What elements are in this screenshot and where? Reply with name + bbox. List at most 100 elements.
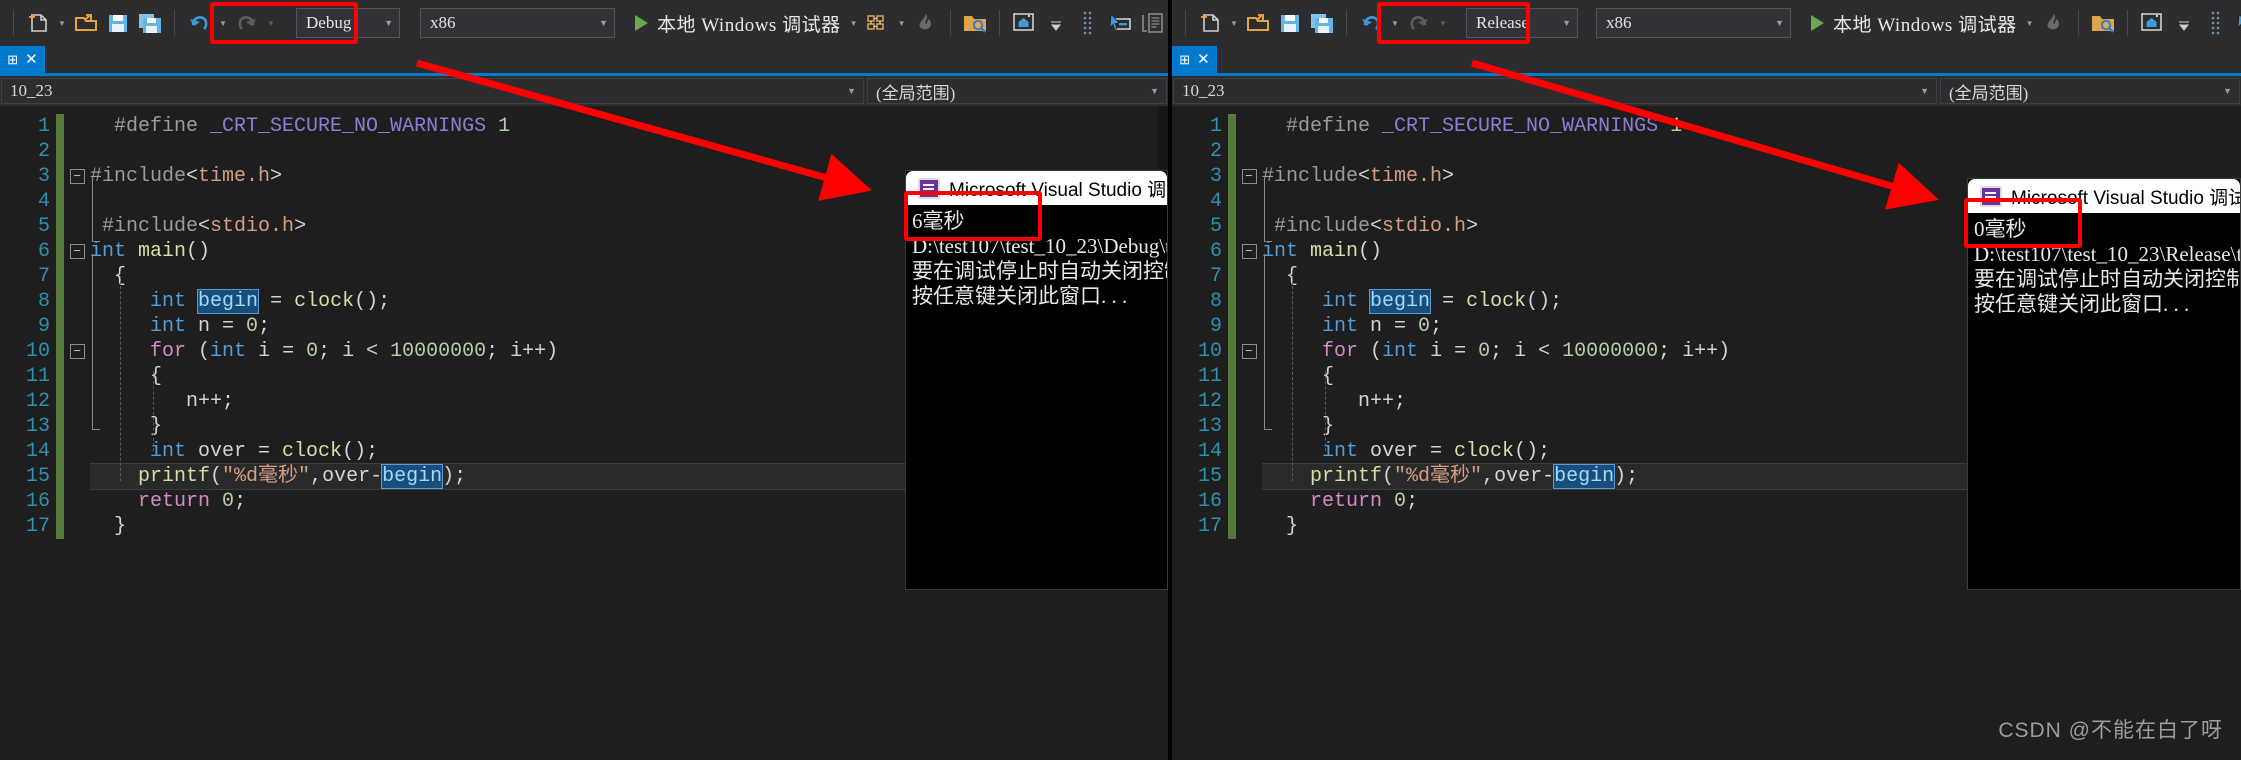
attach-process-icon[interactable] xyxy=(863,8,893,38)
save-all-icon[interactable] xyxy=(135,8,165,38)
console-window-right[interactable]: Microsoft Visual Studio 调试控制台 0毫秒 D:\tes… xyxy=(1967,178,2241,590)
indent-guide xyxy=(153,371,154,451)
toolbar-separator xyxy=(1346,10,1347,36)
save-all-icon[interactable] xyxy=(1307,8,1337,38)
chevron-down-icon[interactable]: ▼ xyxy=(847,9,861,37)
console-titlebar[interactable]: Microsoft Visual Studio 调试控制台 xyxy=(1968,179,2240,213)
chevron-down-icon[interactable]: ▼ xyxy=(264,9,278,37)
close-icon[interactable]: ✕ xyxy=(1197,52,1210,67)
add-existing-icon[interactable] xyxy=(71,8,101,38)
add-existing-icon[interactable] xyxy=(1243,8,1273,38)
line-number: 11 xyxy=(25,365,50,388)
chevron-down-icon[interactable]: ▼ xyxy=(2023,9,2037,37)
close-icon[interactable]: ✕ xyxy=(25,52,38,67)
redo-icon[interactable] xyxy=(1404,8,1434,38)
file-scope-combo-right[interactable]: 10_23 ▼ xyxy=(1173,78,1937,104)
select-tool-icon[interactable] xyxy=(2233,8,2241,38)
scopebar-right: 10_23 ▼ (全局范围) ▼ xyxy=(1172,76,2241,106)
change-indicator-bar-left xyxy=(56,114,64,539)
chevron-down-icon: ▼ xyxy=(1150,86,1159,96)
chevron-down-icon[interactable]: ▼ xyxy=(1388,9,1402,37)
console-output-value: 6毫秒 xyxy=(912,209,965,233)
chevron-down-icon[interactable]: ▼ xyxy=(1436,9,1450,37)
save-icon[interactable] xyxy=(103,8,133,38)
save-icon[interactable] xyxy=(1275,8,1305,38)
line-number: 4 xyxy=(1209,190,1222,213)
fold-gutter-left[interactable]: − − − xyxy=(64,106,90,539)
fold-toggle-icon[interactable]: − xyxy=(1241,168,1257,184)
configuration-combo-left[interactable]: Debug ▼ xyxy=(296,8,400,38)
console-output: 6毫秒 D:\test107\test_10_23\Debug\test_10_… xyxy=(906,205,1167,309)
play-icon xyxy=(1811,15,1824,31)
visual-studio-icon xyxy=(1980,185,2002,207)
fold-toggle-icon[interactable]: − xyxy=(69,168,85,184)
line-number: 10 xyxy=(25,340,50,363)
chevron-down-icon[interactable]: ▼ xyxy=(55,9,69,37)
hot-reload-icon[interactable] xyxy=(2039,8,2069,38)
chevron-down-icon[interactable] xyxy=(1041,8,1071,38)
indent-guide xyxy=(1325,371,1326,451)
vs-window-left: ▼ ▼ ▼ Debug ▼ x86 ▼ 本地 Windows 调试器 ▼ ▼ ⊞… xyxy=(0,0,1168,760)
line-number: 8 xyxy=(1209,290,1222,313)
file-scope-combo-left[interactable]: 10_23 ▼ xyxy=(1,78,864,104)
toolbar-separator xyxy=(13,10,14,36)
undo-icon[interactable] xyxy=(184,8,214,38)
drag-handle-icon[interactable] xyxy=(2201,8,2231,38)
chevron-down-icon[interactable]: ▼ xyxy=(1227,9,1241,37)
toolbar-separator xyxy=(174,10,175,36)
pin-icon[interactable]: ⊞ xyxy=(1179,53,1190,66)
chevron-down-icon[interactable]: ▼ xyxy=(216,9,230,37)
chevron-down-icon[interactable]: ▼ xyxy=(895,9,909,37)
chevron-down-icon[interactable] xyxy=(2169,8,2199,38)
editor-tab-right[interactable]: ⊞ ✕ xyxy=(1172,46,1217,73)
line-number: 6 xyxy=(1209,240,1222,263)
select-tool-icon[interactable] xyxy=(1105,8,1135,38)
tabstrip-left: ⊞ ✕ xyxy=(0,46,1168,73)
window-layout-icon[interactable] xyxy=(1009,8,1039,38)
comment-icon[interactable] xyxy=(1137,8,1167,38)
member-scope-combo-right[interactable]: (全局范围) ▼ xyxy=(1940,78,2240,104)
screenshot-root: ▼ ▼ ▼ Debug ▼ x86 ▼ 本地 Windows 调试器 ▼ ▼ ⊞… xyxy=(0,0,2241,760)
configuration-combo-right[interactable]: Release ▼ xyxy=(1466,8,1578,38)
line-number: 13 xyxy=(25,415,50,438)
platform-combo-right[interactable]: x86 ▼ xyxy=(1596,8,1791,38)
toolbar-separator xyxy=(1185,10,1186,36)
console-output-line4: 按任意键关闭此窗口. . . xyxy=(912,284,1128,308)
fold-toggle-icon[interactable]: − xyxy=(1241,243,1257,259)
block-brace-line xyxy=(92,254,93,429)
line-number: 9 xyxy=(37,315,50,338)
tabstrip-empty xyxy=(45,46,1168,73)
drag-handle-icon[interactable] xyxy=(1073,8,1103,38)
fold-gutter-right[interactable]: − − − xyxy=(1236,106,1262,539)
block-brace-foot xyxy=(1264,429,1272,430)
line-number: 14 xyxy=(1197,440,1222,463)
window-layout-icon[interactable] xyxy=(2137,8,2167,38)
tabstrip-empty xyxy=(1217,46,2241,73)
start-debugger-button-left[interactable]: 本地 Windows 调试器 xyxy=(631,10,845,37)
redo-icon[interactable] xyxy=(232,8,262,38)
console-title-text: Microsoft Visual Studio 调试控制台 xyxy=(2011,187,2240,209)
hot-reload-icon[interactable] xyxy=(911,8,941,38)
start-debugger-button-right[interactable]: 本地 Windows 调试器 xyxy=(1807,10,2021,37)
chevron-down-icon: ▼ xyxy=(599,18,608,28)
find-in-folder-icon[interactable] xyxy=(2088,8,2118,38)
console-window-left[interactable]: Microsoft Visual Studio 调试控制台 6毫秒 D:\tes… xyxy=(905,170,1168,590)
configuration-value: Debug xyxy=(306,13,352,32)
new-item-icon[interactable] xyxy=(23,8,53,38)
fold-toggle-icon[interactable]: − xyxy=(69,243,85,259)
platform-combo-left[interactable]: x86 ▼ xyxy=(420,8,615,38)
fold-toggle-icon[interactable]: − xyxy=(1241,343,1257,359)
editor-tab-left[interactable]: ⊞ ✕ xyxy=(0,46,45,73)
pin-icon[interactable]: ⊞ xyxy=(7,53,18,66)
fold-toggle-icon[interactable]: − xyxy=(69,343,85,359)
member-scope-combo-left[interactable]: (全局范围) ▼ xyxy=(867,78,1167,104)
undo-icon[interactable] xyxy=(1356,8,1386,38)
chevron-down-icon: ▼ xyxy=(1920,86,1929,96)
new-item-icon[interactable] xyxy=(1195,8,1225,38)
console-titlebar[interactable]: Microsoft Visual Studio 调试控制台 xyxy=(906,171,1167,205)
line-number: 2 xyxy=(1209,140,1222,163)
find-in-folder-icon[interactable] xyxy=(960,8,990,38)
watermark: CSDN @不能在白了呀 xyxy=(1998,719,2223,742)
